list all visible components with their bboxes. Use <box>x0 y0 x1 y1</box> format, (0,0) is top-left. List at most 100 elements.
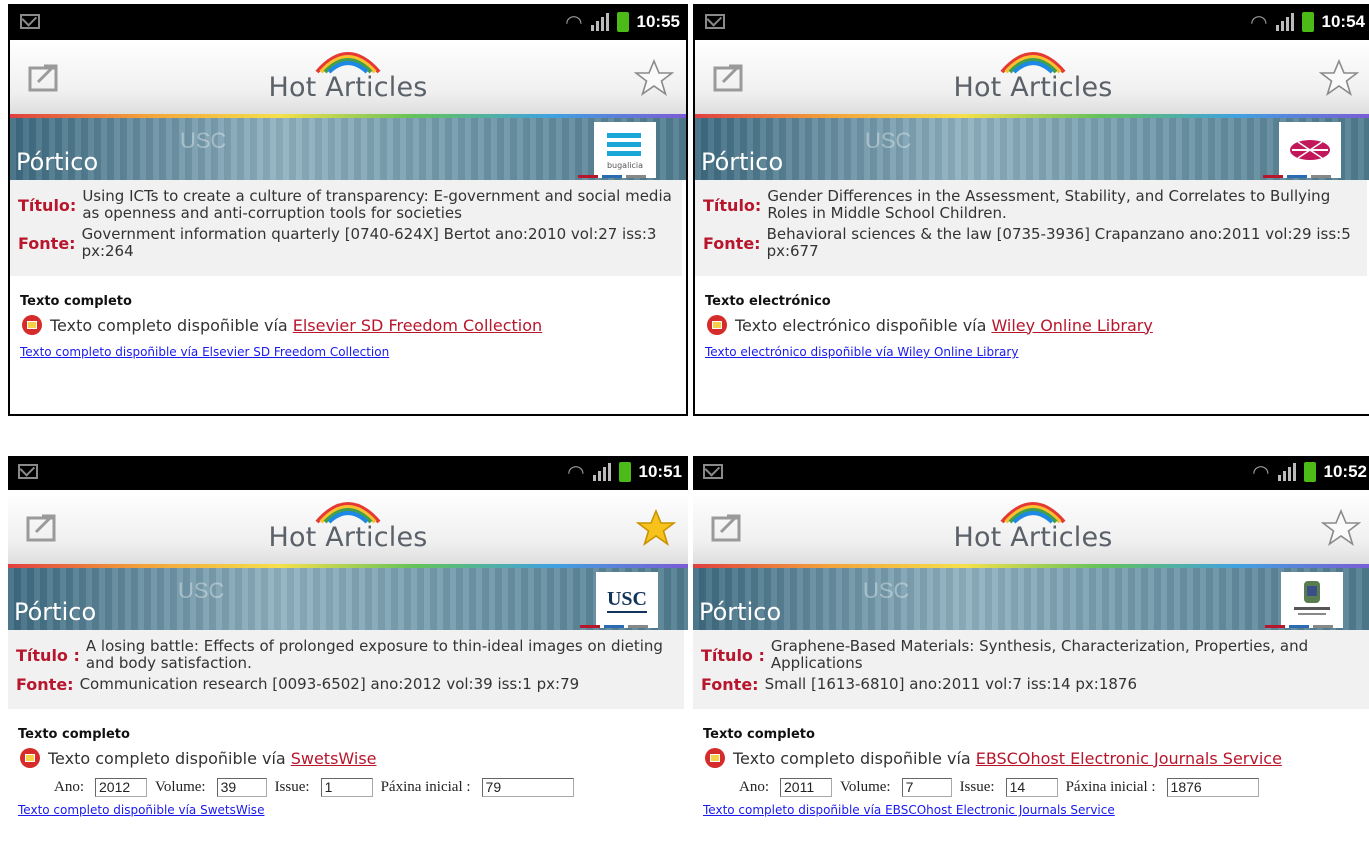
citation-fields: Ano: 2012 Volume: 39 Issue: 1 Páxina inicia… <box>18 778 678 797</box>
article-title: Gender Differences in the Assessment, St… <box>767 187 1331 222</box>
uvigo-logo <box>1279 122 1341 178</box>
screen-1: ◠ 10:55 Hot Articles USC Pórtico bugalic… <box>8 4 688 416</box>
portico-banner: USC Pórtico <box>693 568 1369 630</box>
title-label: Título: <box>703 195 762 215</box>
usc-logo: USC <box>596 572 658 628</box>
banner-label: Pórtico <box>701 148 784 176</box>
banner-watermark: USC <box>863 578 910 603</box>
app-brand: Hot Articles <box>10 44 686 103</box>
app-header: Hot Articles <box>693 490 1369 564</box>
portico-banner: USC Pórtico bugalicia <box>10 118 686 180</box>
section-heading: Texto completo <box>703 727 815 742</box>
battery-icon <box>618 462 631 482</box>
star-icon[interactable] <box>1321 508 1361 548</box>
app-header: Hot Articles <box>8 490 688 564</box>
status-time: 10:52 <box>1323 462 1367 481</box>
provider-link[interactable]: Elsevier SD Freedom Collection <box>293 316 542 335</box>
rainbow-logo-icon <box>315 502 381 524</box>
volume-label: Volume: <box>155 779 206 795</box>
provider-link[interactable]: EBSCOhost Electronic Journals Service <box>976 749 1282 768</box>
status-bar: ◠ 10:55 <box>10 6 686 40</box>
source-label: Fonte: <box>703 233 761 253</box>
star-filled-icon[interactable] <box>636 508 676 548</box>
document-icon <box>705 748 725 768</box>
fulltext-link[interactable]: Texto completo dispoñible vía SwetsWise <box>18 803 678 817</box>
app-title: Hot Articles <box>268 522 428 553</box>
availability-text: Texto completo dispoñible vía <box>50 315 288 335</box>
screen-2: ◠ 10:54 Hot Articles USC Pórtico Título:… <box>693 4 1369 416</box>
signal-icon <box>1275 13 1294 31</box>
fulltext-link[interactable]: Texto completo dispoñible vía EBSCOhost … <box>703 803 1363 817</box>
record-card: Título: Gender Differences in the Assessm… <box>695 180 1367 276</box>
app-brand: Hot Articles <box>695 44 1369 103</box>
battery-icon <box>1303 462 1316 482</box>
fulltext-link[interactable]: Texto electrónico dispoñible vía Wiley O… <box>705 345 1361 359</box>
banner-watermark: USC <box>865 128 912 153</box>
start-page-field[interactable]: 79 <box>481 778 574 797</box>
battery-icon <box>616 12 629 32</box>
bugalicia-logo: bugalicia <box>594 122 656 178</box>
source-label: Fonte: <box>18 233 76 253</box>
start-page-label: Páxina inicial : <box>380 779 471 795</box>
issue-field[interactable]: 14 <box>1005 778 1058 797</box>
volume-field[interactable]: 39 <box>216 778 267 797</box>
record-card: Título :A losing battle: Effects of prol… <box>8 630 684 709</box>
article-title: Graphene-Based Materials: Synthesis, Cha… <box>770 637 1309 672</box>
signal-icon <box>590 13 609 31</box>
mail-icon <box>705 14 725 29</box>
article-title: A losing battle: Effects of prolonged ex… <box>85 637 663 672</box>
rainbow-logo-icon <box>1000 502 1066 524</box>
citation-fields: Ano: 2011 Volume: 7 Issue: 14 Páxina inicia… <box>703 778 1363 797</box>
source-label: Fonte: <box>16 675 74 694</box>
provider-link[interactable]: Wiley Online Library <box>991 316 1152 335</box>
app-title: Hot Articles <box>268 72 428 103</box>
rainbow-logo-icon <box>1000 52 1066 74</box>
title-label: Título : <box>16 645 80 665</box>
fulltext-section: Texto completo Texto completo dispoñible… <box>10 276 686 359</box>
article-title: Using ICTs to create a culture of transp… <box>82 187 672 222</box>
wifi-icon: ◠ <box>1252 460 1270 484</box>
volume-field[interactable]: 7 <box>901 778 952 797</box>
issue-label: Issue: <box>959 779 995 795</box>
provider-link[interactable]: SwetsWise <box>291 749 377 768</box>
year-label: Ano: <box>54 779 84 795</box>
document-icon <box>22 315 42 335</box>
volume-label: Volume: <box>840 779 891 795</box>
year-field[interactable]: 2012 <box>95 778 147 797</box>
section-heading: Texto electrónico <box>705 294 831 309</box>
section-heading: Texto completo <box>18 727 130 742</box>
star-icon[interactable] <box>1319 58 1359 98</box>
mail-icon <box>703 464 723 479</box>
mail-icon <box>18 464 38 479</box>
article-source: Government information quarterly [0740-6… <box>81 225 657 260</box>
start-page-field[interactable]: 1876 <box>1166 778 1259 797</box>
status-time: 10:51 <box>638 462 682 481</box>
status-bar: ◠ 10:51 <box>8 456 688 490</box>
article-source: Behavioral sciences & the law [0735-3936… <box>766 225 1351 260</box>
app-header: Hot Articles <box>695 40 1369 114</box>
banner-watermark: USC <box>180 128 227 153</box>
issue-field[interactable]: 1 <box>320 778 373 797</box>
record-card: Título : Graphene-Based Materials: Synthe… <box>693 630 1369 709</box>
section-heading: Texto completo <box>20 294 132 309</box>
screen-4: ◠ 10:52 Hot Articles USC Pórtico Título … <box>693 456 1369 868</box>
star-icon[interactable] <box>634 58 674 98</box>
app-title: Hot Articles <box>953 522 1113 553</box>
status-time: 10:54 <box>1321 12 1365 31</box>
wifi-icon: ◠ <box>565 10 583 34</box>
app-brand: Hot Articles <box>8 494 688 553</box>
mail-icon <box>20 14 40 29</box>
record-card: Título: Using ICTs to create a culture of… <box>10 180 682 276</box>
source-label: Fonte: <box>701 675 759 694</box>
document-icon <box>20 748 40 768</box>
status-time: 10:55 <box>636 12 680 31</box>
signal-icon <box>1277 463 1296 481</box>
banner-label: Pórtico <box>14 598 97 626</box>
wifi-icon: ◠ <box>1250 10 1268 34</box>
fulltext-link[interactable]: Texto completo dispoñible vía Elsevier S… <box>20 345 676 359</box>
issue-label: Issue: <box>274 779 310 795</box>
article-source: Communication research [0093-6502] ano:2… <box>79 675 580 693</box>
year-field[interactable]: 2011 <box>780 778 832 797</box>
year-label: Ano: <box>739 779 769 795</box>
article-source: Small [1613-6810] ano:2011 vol:7 iss:14 … <box>764 675 1138 693</box>
